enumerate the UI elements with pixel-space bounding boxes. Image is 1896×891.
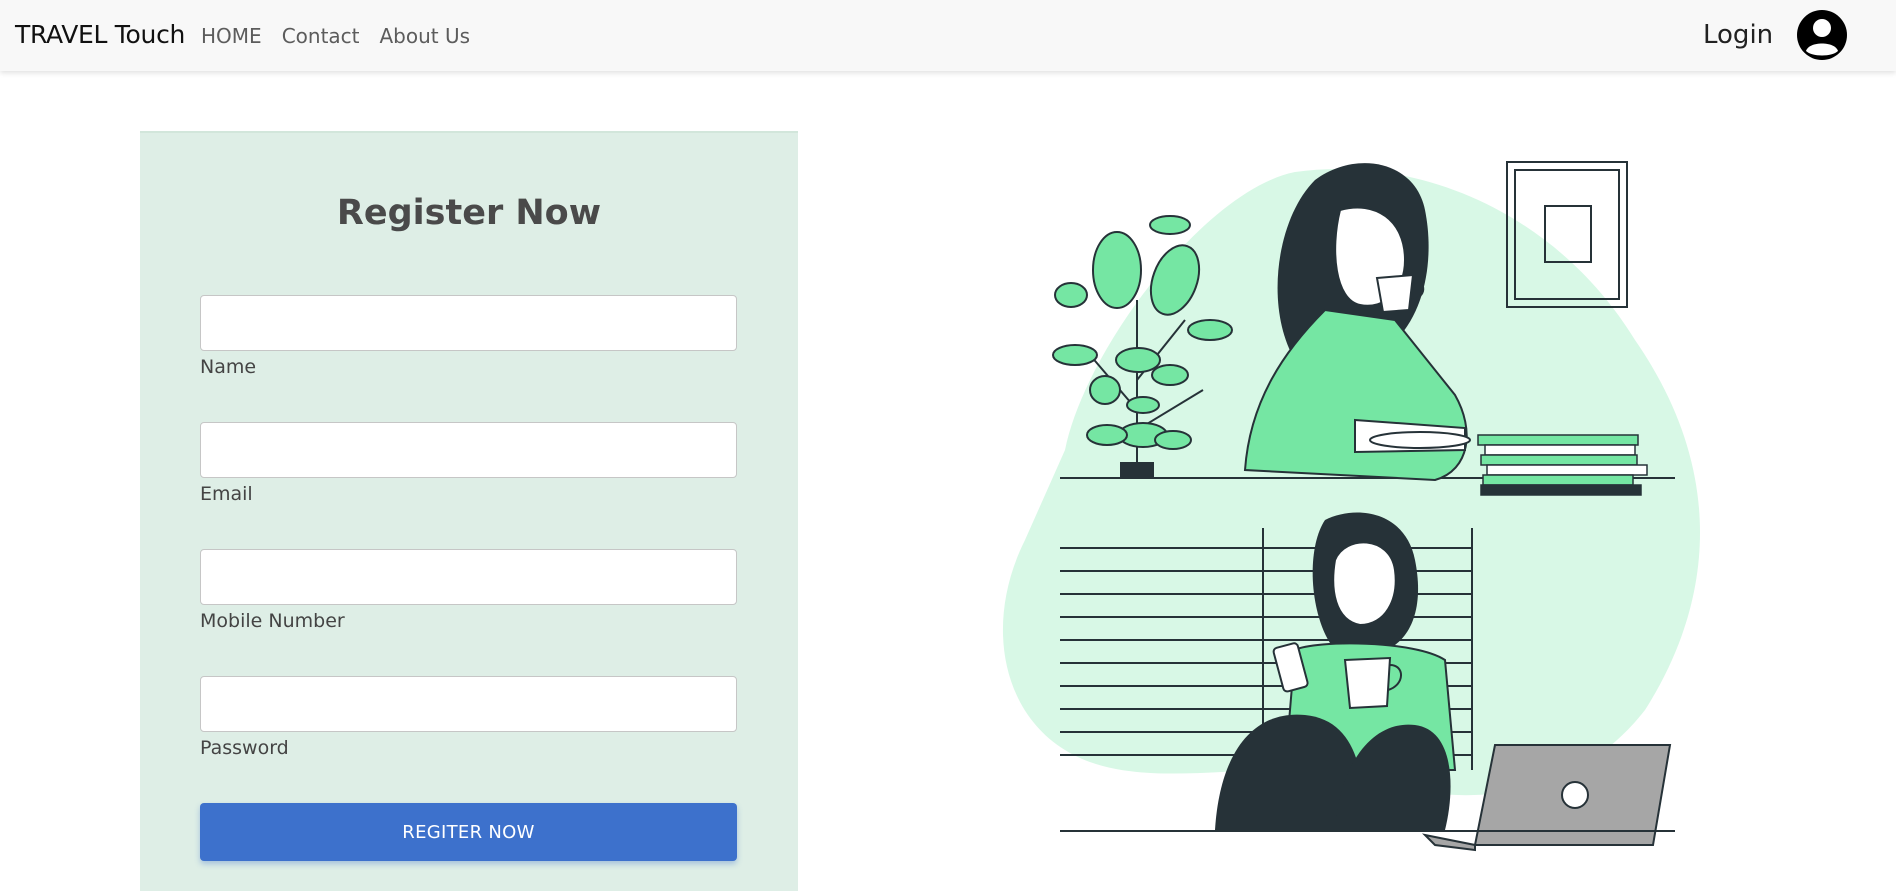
name-input[interactable] (200, 295, 737, 351)
nav-link-home[interactable]: HOME (201, 24, 262, 48)
nav-link-contact[interactable]: Contact (282, 24, 360, 48)
password-input[interactable] (200, 676, 737, 732)
brand-logo[interactable]: TRAVEL Touch (15, 20, 185, 49)
top-navbar: TRAVEL Touch HOME Contact About Us Login (0, 0, 1896, 71)
mobile-number-label: Mobile Number (200, 610, 345, 632)
register-button[interactable]: REGITER NOW (200, 803, 737, 861)
nav-link-about[interactable]: About Us (380, 24, 471, 48)
mobile-number-input[interactable] (200, 549, 737, 605)
email-label: Email (200, 483, 253, 505)
password-label: Password (200, 737, 289, 759)
user-circle-icon[interactable] (1796, 9, 1848, 61)
email-input[interactable] (200, 422, 737, 478)
register-card: Register Now Name Email Mobile Number Pa… (140, 131, 798, 891)
login-link[interactable]: Login (1703, 20, 1773, 50)
coffee-illustration (1002, 161, 1700, 852)
form-title: Register Now (336, 193, 602, 233)
name-label: Name (200, 356, 257, 378)
book-stack-icon (1477, 434, 1648, 496)
nav-links: HOME Contact About Us (201, 24, 470, 48)
